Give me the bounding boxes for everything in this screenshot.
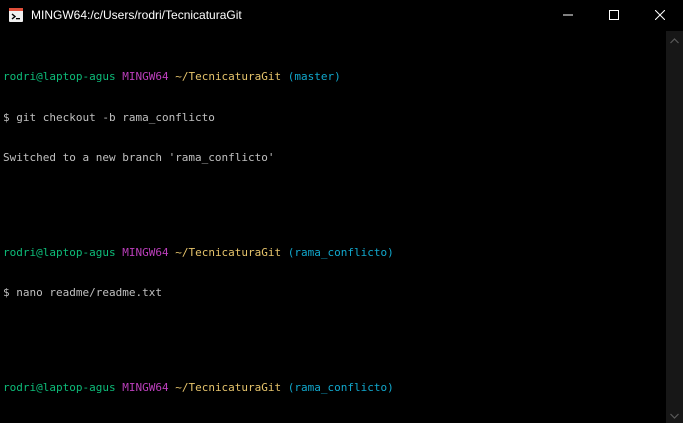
prompt-line: rodri@laptop-agus MINGW64 ~/TecnicaturaG… (3, 246, 666, 260)
prompt-path: ~/TecnicaturaGit (175, 70, 282, 83)
git-bash-icon[interactable] (8, 7, 24, 23)
scroll-up-button[interactable] (666, 31, 683, 48)
scroll-thumb[interactable] (670, 48, 679, 406)
prompt-system: MINGW64 (122, 70, 169, 83)
minimize-icon (563, 7, 573, 25)
command-line: $ nano readme/readme.txt (3, 286, 162, 299)
maximize-button[interactable] (591, 0, 637, 31)
prompt-user-host: rodri@laptop-agus (3, 380, 116, 394)
prompt-user-host: rodri@laptop-agus (3, 245, 116, 259)
prompt-system: MINGW64 (122, 380, 169, 394)
command-line: $ git checkout -b rama_conflicto (3, 110, 215, 124)
close-button[interactable] (637, 0, 683, 31)
prompt-path: ~/TecnicaturaGit (175, 245, 282, 259)
prompt-line: rodri@laptop-agus MINGW64 ~/TecnicaturaG… (3, 381, 666, 395)
prompt-system: MINGW64 (122, 245, 169, 259)
close-icon (654, 7, 666, 25)
vertical-scrollbar[interactable] (666, 31, 683, 423)
command-output: Switched to a new branch 'rama_conflicto… (3, 151, 275, 164)
prompt-branch: (rama_conflicto) (287, 245, 394, 259)
prompt-line: rodri@laptop-agus MINGW64 ~/TecnicaturaG… (3, 70, 666, 84)
prompt-branch: (rama_conflicto) (287, 380, 394, 394)
prompt-branch: (master) (287, 70, 341, 83)
chevron-down-icon (670, 406, 679, 423)
terminal-window: MINGW64:/c/Users/rodri/TecnicaturaGit ro… (0, 0, 683, 423)
prompt-user-host: rodri@laptop-agus (3, 70, 116, 83)
chevron-up-icon (670, 31, 679, 49)
window-title: MINGW64:/c/Users/rodri/TecnicaturaGit (31, 8, 242, 22)
scroll-down-button[interactable] (666, 406, 683, 423)
maximize-icon (609, 7, 619, 25)
title-bar[interactable]: MINGW64:/c/Users/rodri/TecnicaturaGit (0, 0, 683, 31)
terminal-output[interactable]: rodri@laptop-agus MINGW64 ~/TecnicaturaG… (0, 31, 666, 423)
prompt-path: ~/TecnicaturaGit (175, 380, 282, 394)
minimize-button[interactable] (545, 0, 591, 31)
